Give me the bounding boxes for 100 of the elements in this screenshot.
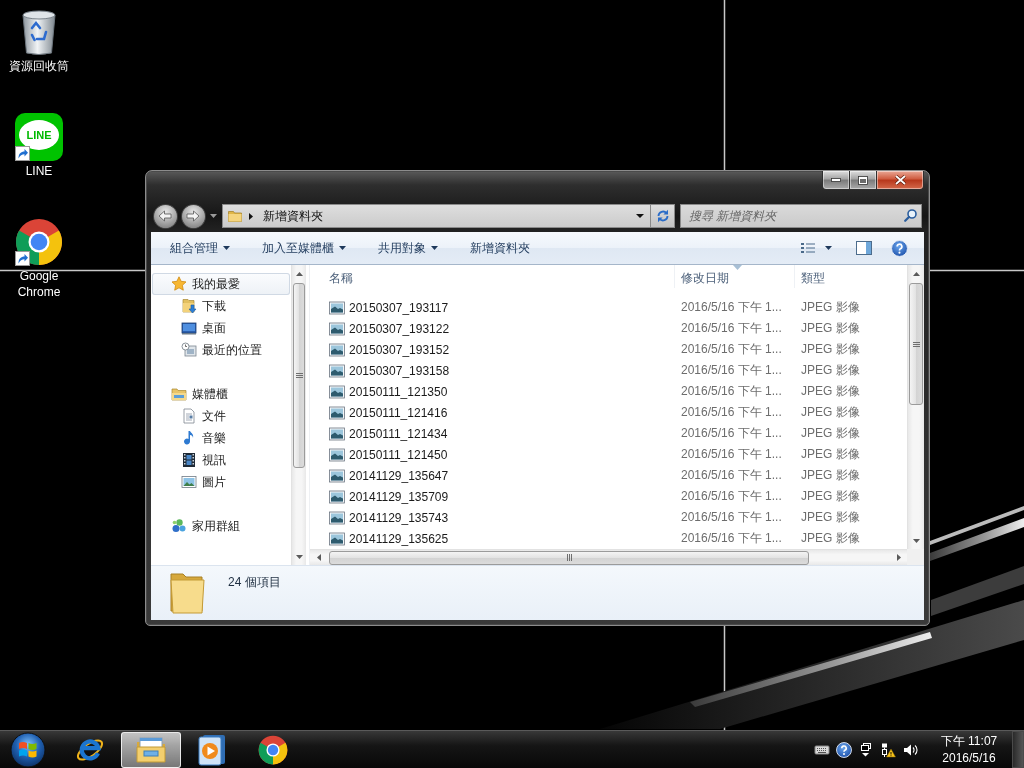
start-button[interactable] <box>10 731 46 768</box>
scroll-down-icon[interactable] <box>295 554 303 559</box>
download-folder-icon <box>181 298 197 314</box>
back-button[interactable] <box>153 203 178 229</box>
caret-icon <box>223 246 230 250</box>
help-icon[interactable] <box>836 741 852 758</box>
nav-item[interactable]: 媒體櫃 <box>152 383 290 405</box>
type-cell-text: JPEG 影像 <box>800 320 861 337</box>
picture-icon <box>181 474 197 490</box>
nav-item[interactable]: 圖片 <box>152 471 290 493</box>
window-arrow-icon[interactable] <box>858 741 874 758</box>
file-name: 20150307_193117 <box>349 300 449 315</box>
address-bar[interactable]: 新增資料夾 <box>221 204 651 228</box>
minimize-button[interactable] <box>822 171 850 190</box>
refresh-button[interactable] <box>650 204 675 228</box>
triangle-right-icon <box>248 212 253 220</box>
nav-item[interactable]: 文件 <box>152 405 290 427</box>
clock-date[interactable]: 2016/5/16 <box>942 749 996 767</box>
menu-button[interactable]: 共用對象 <box>367 236 449 260</box>
column-header[interactable]: 類型 <box>795 265 907 288</box>
date-cell-text: 2016/5/16 下午 1... <box>680 320 783 337</box>
scrollbar[interactable] <box>291 265 306 565</box>
date-cell-text: 2016/5/16 下午 1... <box>680 425 783 442</box>
list-view-icon[interactable] <box>800 242 816 254</box>
search-icon[interactable] <box>904 209 917 222</box>
file-name: 20150111_121416 <box>349 405 448 420</box>
shortcut-arrow-icon[interactable] <box>15 251 30 266</box>
nav-item[interactable]: 下載 <box>152 295 290 317</box>
recent-places-icon <box>181 342 197 358</box>
nav-item[interactable]: 我的最愛 <box>152 273 290 295</box>
nav-item[interactable]: 視訊 <box>152 449 290 471</box>
menu-button[interactable]: 組合管理 <box>159 236 241 260</box>
image-file-icon <box>329 509 345 526</box>
file-name: 20150111_121350 <box>349 384 448 399</box>
scroll-right-icon[interactable] <box>896 554 901 561</box>
close-button[interactable] <box>877 171 924 190</box>
document-icon <box>181 408 197 424</box>
preview-pane-icon[interactable] <box>856 241 872 255</box>
maximize-icon <box>858 175 868 185</box>
scrollbar-thumb[interactable] <box>329 550 809 565</box>
forward-button[interactable] <box>180 203 206 229</box>
type-cell-text: JPEG 影像 <box>800 404 861 421</box>
desktop-icon-label[interactable]: Google Chrome <box>4 268 74 300</box>
scrollbar-thumb[interactable] <box>293 283 305 468</box>
caret-icon[interactable] <box>636 214 645 218</box>
toolbar-button[interactable]: 新增資料夾 <box>459 236 541 260</box>
date-cell-text: 2016/5/16 下午 1... <box>680 530 783 547</box>
scrollbar-thumb[interactable] <box>909 283 923 405</box>
logo-text: LINE <box>26 129 52 141</box>
menu-button[interactable]: 加入至媒體櫃 <box>251 236 357 260</box>
arrow-left-icon <box>158 210 173 222</box>
scroll-left-icon[interactable] <box>316 554 321 561</box>
desktop-icon-label[interactable]: LINE <box>25 163 53 179</box>
scroll-up-icon[interactable] <box>912 271 920 276</box>
taskbar-button[interactable] <box>121 731 181 768</box>
close-icon <box>894 175 906 185</box>
column-header[interactable]: 名稱 <box>310 265 675 288</box>
file-name: 20141129_135709 <box>349 489 449 504</box>
file-name: 20150307_193158 <box>349 363 450 378</box>
breadcrumb-item[interactable]: 新增資料夾 <box>262 207 323 225</box>
date-cell-text: 2016/5/16 下午 1... <box>680 299 783 316</box>
film-icon <box>181 452 197 468</box>
file-name: 20141129_135743 <box>349 510 449 525</box>
image-file-icon <box>329 362 345 379</box>
clock-time[interactable]: 下午 11:07 <box>940 732 998 750</box>
type-cell-text: JPEG 影像 <box>800 341 861 358</box>
maximize-button[interactable] <box>850 171 877 190</box>
star-icon <box>171 276 187 292</box>
image-file-icon <box>329 320 345 337</box>
caret-icon[interactable] <box>209 214 217 218</box>
scrollbar[interactable] <box>907 265 924 549</box>
search-field[interactable]: 搜尋 新增資料夾 <box>680 204 922 228</box>
nav-item[interactable]: 桌面 <box>152 317 290 339</box>
library-folder-icon <box>171 386 187 402</box>
type-cell-text: JPEG 影像 <box>800 383 861 400</box>
network-warning-icon[interactable] <box>880 741 896 758</box>
desktop-icon-label[interactable]: 資源回收筒 <box>9 58 69 74</box>
column-header[interactable]: 修改日期 <box>675 265 795 288</box>
date-cell-text: 2016/5/16 下午 1... <box>680 509 783 526</box>
nav-item[interactable]: 音樂 <box>152 427 290 449</box>
nav-item[interactable]: 家用群組 <box>152 515 290 537</box>
sphere-cluster-icon <box>171 518 187 534</box>
date-cell-text: 2016/5/16 下午 1... <box>680 341 783 358</box>
flag-icon <box>19 741 37 757</box>
scrollbar[interactable] <box>310 549 907 565</box>
caret-icon[interactable] <box>825 246 832 250</box>
scroll-up-icon[interactable] <box>295 271 303 276</box>
type-cell-text: JPEG 影像 <box>800 530 861 547</box>
minimize-icon <box>831 178 841 182</box>
file-name: 20141129_135647 <box>349 468 449 483</box>
shortcut-arrow-icon[interactable] <box>15 146 30 161</box>
refresh-icon <box>655 209 670 223</box>
type-cell-text: JPEG 影像 <box>800 362 861 379</box>
monitor-icon <box>181 320 197 336</box>
file-name: 20141129_135625 <box>349 531 449 546</box>
type-cell-text: JPEG 影像 <box>800 488 861 505</box>
scroll-down-icon[interactable] <box>912 538 920 543</box>
date-cell-text: 2016/5/16 下午 1... <box>680 446 783 463</box>
date-cell-text: 2016/5/16 下午 1... <box>680 488 783 505</box>
nav-item[interactable]: 最近的位置 <box>152 339 290 361</box>
